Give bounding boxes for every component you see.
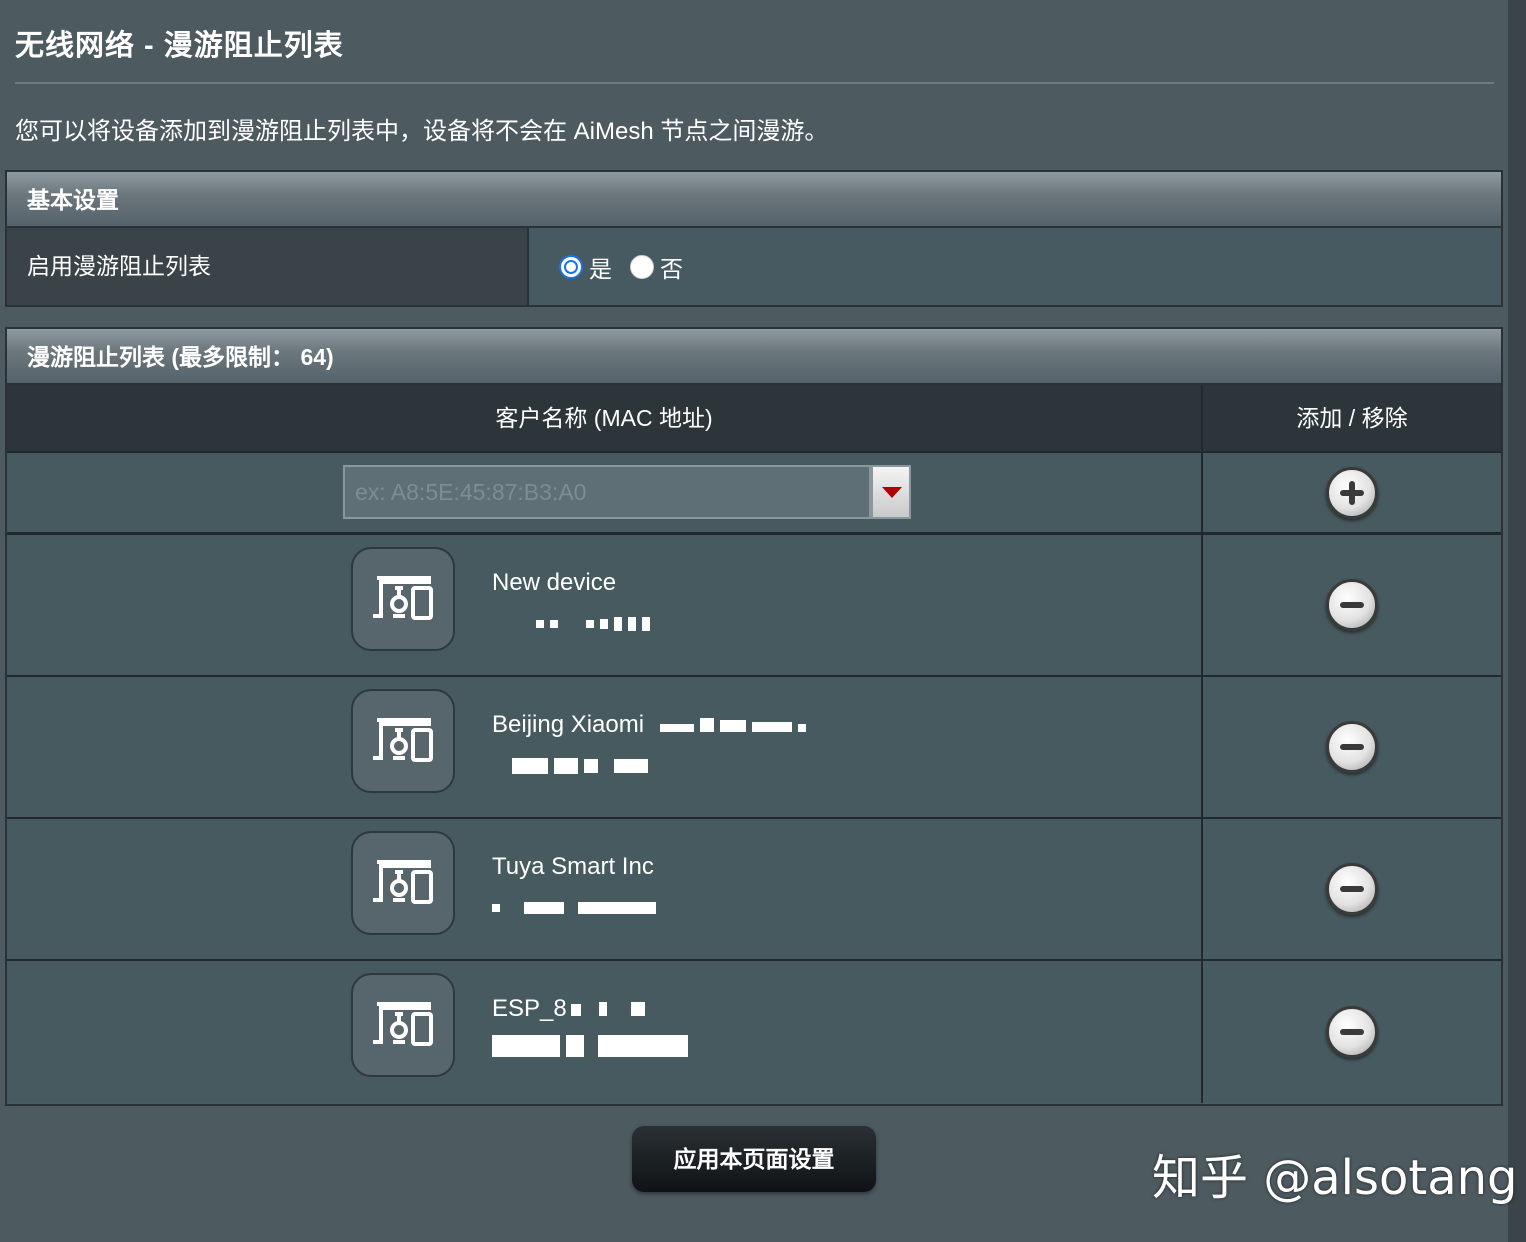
table-row: Tuya Smart Inc (7, 819, 1501, 961)
apply-settings-button[interactable]: 应用本页面设置 (632, 1126, 876, 1192)
enable-block-list-options: 是 否 (529, 228, 1501, 305)
table-row: ESP_8 (7, 961, 1501, 1103)
window-edge (1508, 0, 1526, 1242)
block-list-column-headers: 客户名称 (MAC 地址) 添加 / 移除 (7, 385, 1501, 453)
basic-settings-header: 基本设置 (7, 172, 1501, 228)
enable-block-list-row: 启用漫游阻止列表 是 否 (7, 228, 1501, 305)
device-name: Tuya Smart Inc (492, 853, 654, 880)
caret-down-icon[interactable] (871, 465, 911, 519)
table-row: New device (7, 535, 1501, 677)
plus-circle-icon[interactable] (1326, 466, 1378, 519)
radio-yes[interactable] (559, 254, 583, 279)
mac-address-input[interactable]: ex: A8:5E:45:87:B3:A0 (343, 465, 871, 519)
basic-settings-panel: 基本设置 启用漫游阻止列表 是 否 (5, 170, 1503, 307)
watermark: 知乎 @alsotang (1152, 1150, 1518, 1206)
radio-no[interactable] (630, 254, 654, 279)
device-name: New device (492, 569, 617, 596)
column-add-remove: 添加 / 移除 (1296, 405, 1408, 431)
radio-no-label[interactable]: 否 (660, 250, 683, 284)
table-row: Beijing Xiaomi (7, 677, 1501, 819)
radio-yes-label[interactable]: 是 (589, 250, 612, 284)
minus-circle-icon[interactable] (1326, 1006, 1378, 1058)
device-name: Beijing Xiaomi (492, 711, 812, 739)
page-title: 无线网络 - 漫游阻止列表 (15, 30, 344, 62)
minus-circle-icon[interactable] (1326, 721, 1378, 773)
device-icon[interactable] (351, 973, 455, 1077)
add-device-row: ex: A8:5E:45:87:B3:A0 (7, 453, 1501, 535)
enable-block-list-label: 启用漫游阻止列表 (7, 228, 529, 305)
minus-circle-icon[interactable] (1326, 579, 1378, 631)
block-list-header: 漫游阻止列表 (最多限制： 64) (7, 329, 1501, 385)
device-mac-redacted (492, 897, 662, 919)
page-description: 您可以将设备添加到漫游阻止列表中，设备将不会在 AiMesh 节点之间漫游。 (15, 118, 829, 145)
device-mac-redacted (492, 1035, 694, 1057)
block-list-panel: 漫游阻止列表 (最多限制： 64) 客户名称 (MAC 地址) 添加 / 移除 … (5, 327, 1503, 1106)
device-name: ESP_8 (492, 995, 651, 1023)
device-icon[interactable] (351, 547, 455, 651)
device-icon[interactable] (351, 831, 455, 935)
device-icon[interactable] (351, 689, 455, 793)
column-client-name: 客户名称 (MAC 地址) (7, 385, 1203, 451)
minus-circle-icon[interactable] (1326, 863, 1378, 915)
title-divider (15, 82, 1494, 84)
device-mac-redacted (512, 755, 654, 777)
device-mac-redacted (492, 613, 656, 635)
